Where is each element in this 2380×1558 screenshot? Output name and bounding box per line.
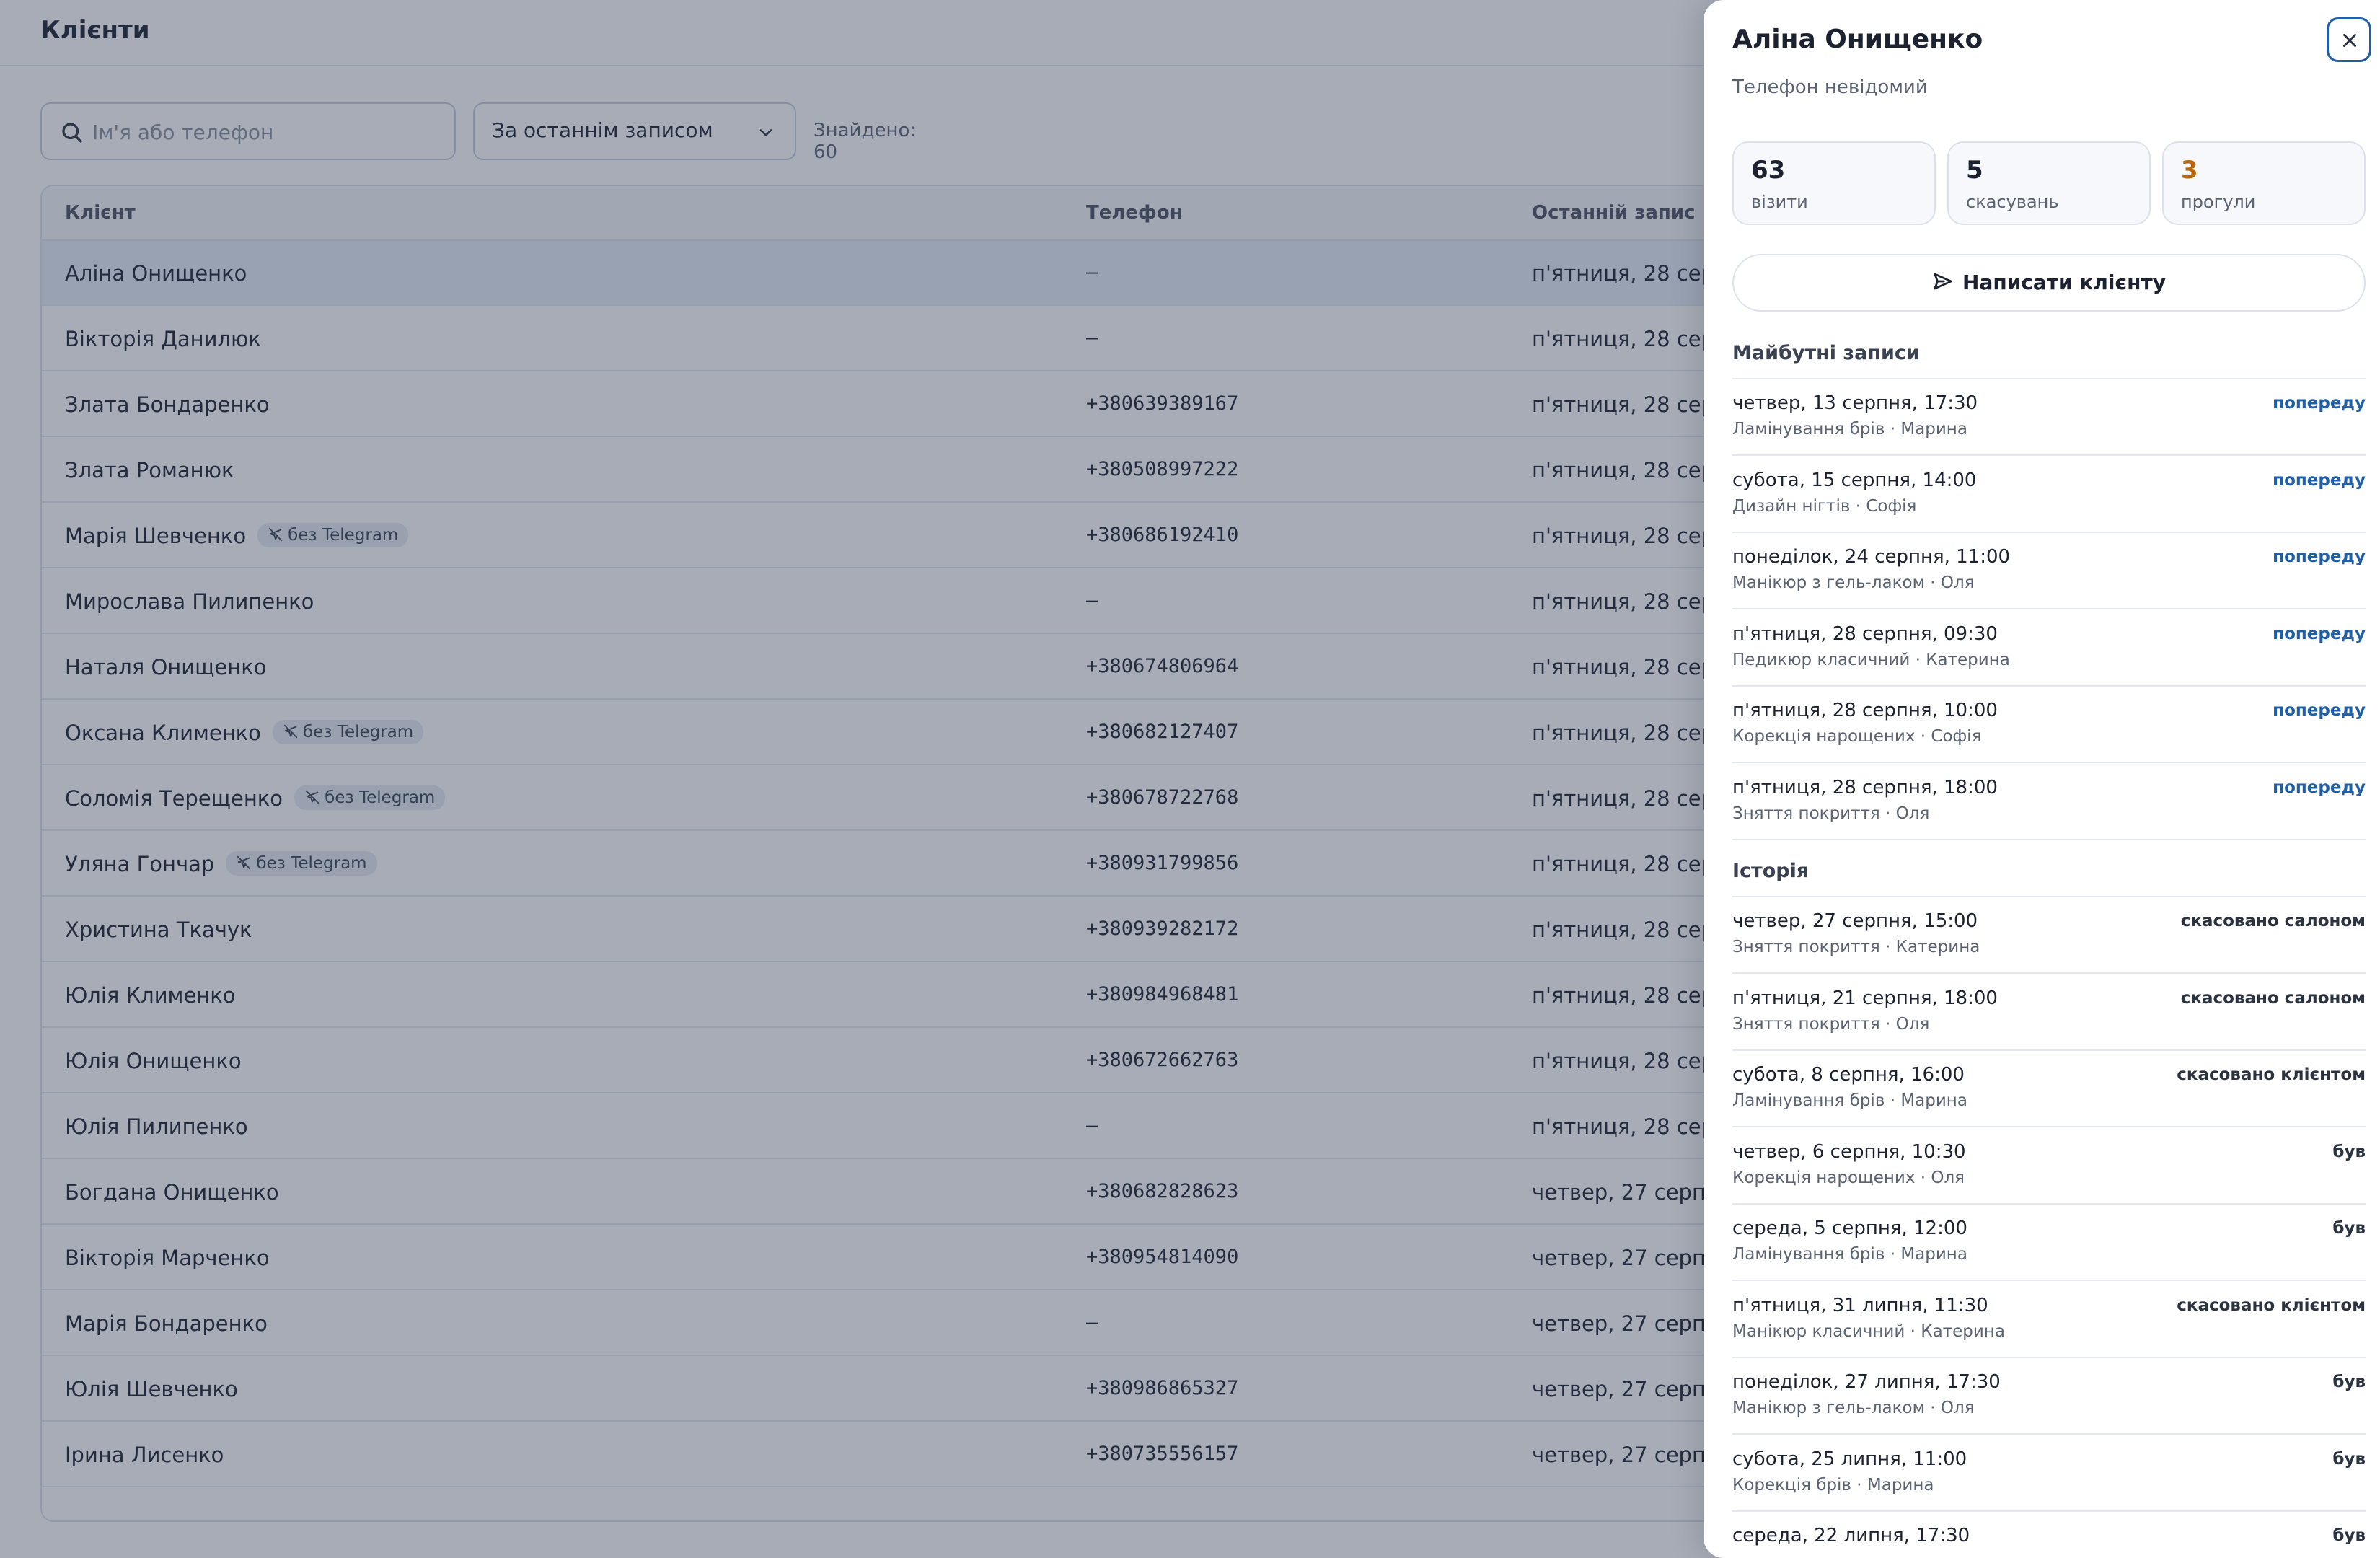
appointment-service: Зняття покриття · Катерина xyxy=(1732,938,1980,956)
appointment-datetime: четвер, 13 серпня, 17:30 xyxy=(1732,392,1978,414)
appointment-status: попереду xyxy=(2273,394,2366,413)
appointment-status: скасовано клієнтом xyxy=(2177,1065,2366,1084)
history-title: Історія xyxy=(1732,860,1810,882)
send-icon xyxy=(1934,273,1952,290)
appointment-service: Дизайн нігтів · Софія xyxy=(1732,496,1917,516)
appointment-service: Ламінування брів · Марина xyxy=(1732,1245,1967,1264)
history-appointment[interactable]: четвер, 27 серпня, 15:00 Зняття покриття … xyxy=(1732,897,2366,974)
appointment-service: Ламінування брів · Марина xyxy=(1732,1091,1967,1110)
appointment-datetime: п'ятниця, 28 серпня, 09:30 xyxy=(1732,622,1998,645)
appointment-service: Зняття покриття · Оля xyxy=(1732,1014,1930,1034)
appointment-datetime: субота, 15 серпня, 14:00 xyxy=(1732,469,1977,491)
appointment-service: Манікюр класичний · Катерина xyxy=(1732,1321,2005,1341)
stat-label: скасувань xyxy=(1966,192,2059,212)
stat-no-shows: 3 прогули xyxy=(2162,141,2366,225)
appointment-status: попереду xyxy=(2273,624,2366,643)
stat-label: прогули xyxy=(2181,192,2256,212)
upcoming-appointment[interactable]: понеділок, 24 серпня, 11:00 Манікюр з гел… xyxy=(1732,533,2366,609)
drawer-phone-status: Телефон невідомий xyxy=(1732,76,1928,98)
appointment-status: був xyxy=(2332,1526,2366,1545)
history-appointment[interactable]: середа, 5 серпня, 12:00 Ламінування брів … xyxy=(1732,1205,2366,1281)
appointment-status: був xyxy=(2332,1219,2366,1238)
stat-value: 3 xyxy=(2181,156,2198,185)
appointment-status: попереду xyxy=(2273,701,2366,720)
drawer-client-name: Аліна Онищенко xyxy=(1732,25,1983,54)
stat-cancellations: 5 скасувань xyxy=(1947,141,2151,225)
message-client-button[interactable]: Написати клієнту xyxy=(1732,254,2366,312)
upcoming-appointment[interactable]: четвер, 13 серпня, 17:30 Ламінування брів… xyxy=(1732,379,2366,456)
history-appointment[interactable]: середа, 22 липня, 17:30 був xyxy=(1732,1512,2366,1558)
appointment-datetime: четвер, 6 серпня, 10:30 xyxy=(1732,1140,1966,1163)
appointment-service: Корекція нарощених · Софія xyxy=(1732,727,1982,746)
history-appointment[interactable]: п'ятниця, 31 липня, 11:30 Манікюр класичн… xyxy=(1732,1282,2366,1358)
history-appointment[interactable]: п'ятниця, 21 серпня, 18:00 Зняття покритт… xyxy=(1732,974,2366,1051)
stat-value: 5 xyxy=(1966,156,1983,185)
appointment-status: був xyxy=(2332,1142,2366,1161)
appointment-service: Зняття покриття · Оля xyxy=(1732,804,1930,823)
appointment-datetime: п'ятниця, 31 липня, 11:30 xyxy=(1732,1294,1988,1316)
appointment-datetime: четвер, 27 серпня, 15:00 xyxy=(1732,910,1978,932)
appointment-datetime: субота, 8 серпня, 16:00 xyxy=(1732,1064,1965,1086)
stat-label: візити xyxy=(1751,192,1808,212)
appointment-status: скасовано клієнтом xyxy=(2177,1295,2366,1315)
appointment-status: попереду xyxy=(2273,470,2366,490)
appointment-service: Манікюр з гель-лаком · Оля xyxy=(1732,573,1975,592)
stat-value: 63 xyxy=(1751,156,1786,185)
client-drawer: Аліна Онищенко Телефон невідомий 63 візи… xyxy=(1704,0,2380,1558)
appointment-status: був xyxy=(2332,1449,2366,1469)
close-button[interactable] xyxy=(2327,17,2371,62)
appointment-datetime: середа, 22 липня, 17:30 xyxy=(1732,1525,1970,1546)
history-appointment[interactable]: субота, 25 липня, 11:00 Корекція брів · М… xyxy=(1732,1435,2366,1512)
appointment-datetime: п'ятниця, 28 серпня, 10:00 xyxy=(1732,700,1998,721)
appointment-service: Ламінування брів · Марина xyxy=(1732,420,1967,439)
appointment-status: був xyxy=(2332,1373,2366,1391)
upcoming-appointment[interactable]: п'ятниця, 28 серпня, 18:00 Зняття покритт… xyxy=(1732,764,2366,840)
appointment-datetime: п'ятниця, 21 серпня, 18:00 xyxy=(1732,987,1998,1009)
message-button-label: Написати клієнту xyxy=(1962,270,2166,294)
appointment-service: Манікюр з гель-лаком · Оля xyxy=(1732,1399,1975,1417)
appointment-service: Корекція нарощених · Оля xyxy=(1732,1168,1965,1187)
close-icon xyxy=(2343,34,2356,47)
upcoming-title: Майбутні записи xyxy=(1732,342,1920,364)
appointment-datetime: понеділок, 24 серпня, 11:00 xyxy=(1732,546,2011,568)
appointment-status: скасовано салоном xyxy=(2180,912,2366,930)
history-appointment[interactable]: понеділок, 27 липня, 17:30 Манікюр з гель… xyxy=(1732,1358,2366,1435)
stat-visits: 63 візити xyxy=(1732,141,1936,225)
upcoming-appointment[interactable]: субота, 15 серпня, 14:00 Дизайн нігтів · … xyxy=(1732,457,2366,533)
appointment-datetime: середа, 5 серпня, 12:00 xyxy=(1732,1218,1967,1239)
appointment-status: скасовано салоном xyxy=(2180,988,2366,1008)
appointment-status: попереду xyxy=(2273,547,2366,566)
history-appointment[interactable]: субота, 8 серпня, 16:00 Ламінування брів … xyxy=(1732,1051,2366,1127)
appointment-service: Корекція брів · Марина xyxy=(1732,1475,1934,1495)
appointment-status: попереду xyxy=(2273,778,2366,797)
appointment-datetime: п'ятниця, 28 серпня, 18:00 xyxy=(1732,776,1998,798)
appointment-service: Педикюр класичний · Катерина xyxy=(1732,650,2010,669)
appointment-datetime: понеділок, 27 липня, 17:30 xyxy=(1732,1371,2001,1393)
appointment-datetime: субота, 25 липня, 11:00 xyxy=(1732,1448,1967,1470)
history-appointment[interactable]: четвер, 6 серпня, 10:30 Корекція нарощени… xyxy=(1732,1128,2366,1205)
upcoming-appointment[interactable]: п'ятниця, 28 серпня, 09:30 Педикюр класич… xyxy=(1732,610,2366,687)
upcoming-appointment[interactable]: п'ятниця, 28 серпня, 10:00 Корекція нарощ… xyxy=(1732,687,2366,763)
